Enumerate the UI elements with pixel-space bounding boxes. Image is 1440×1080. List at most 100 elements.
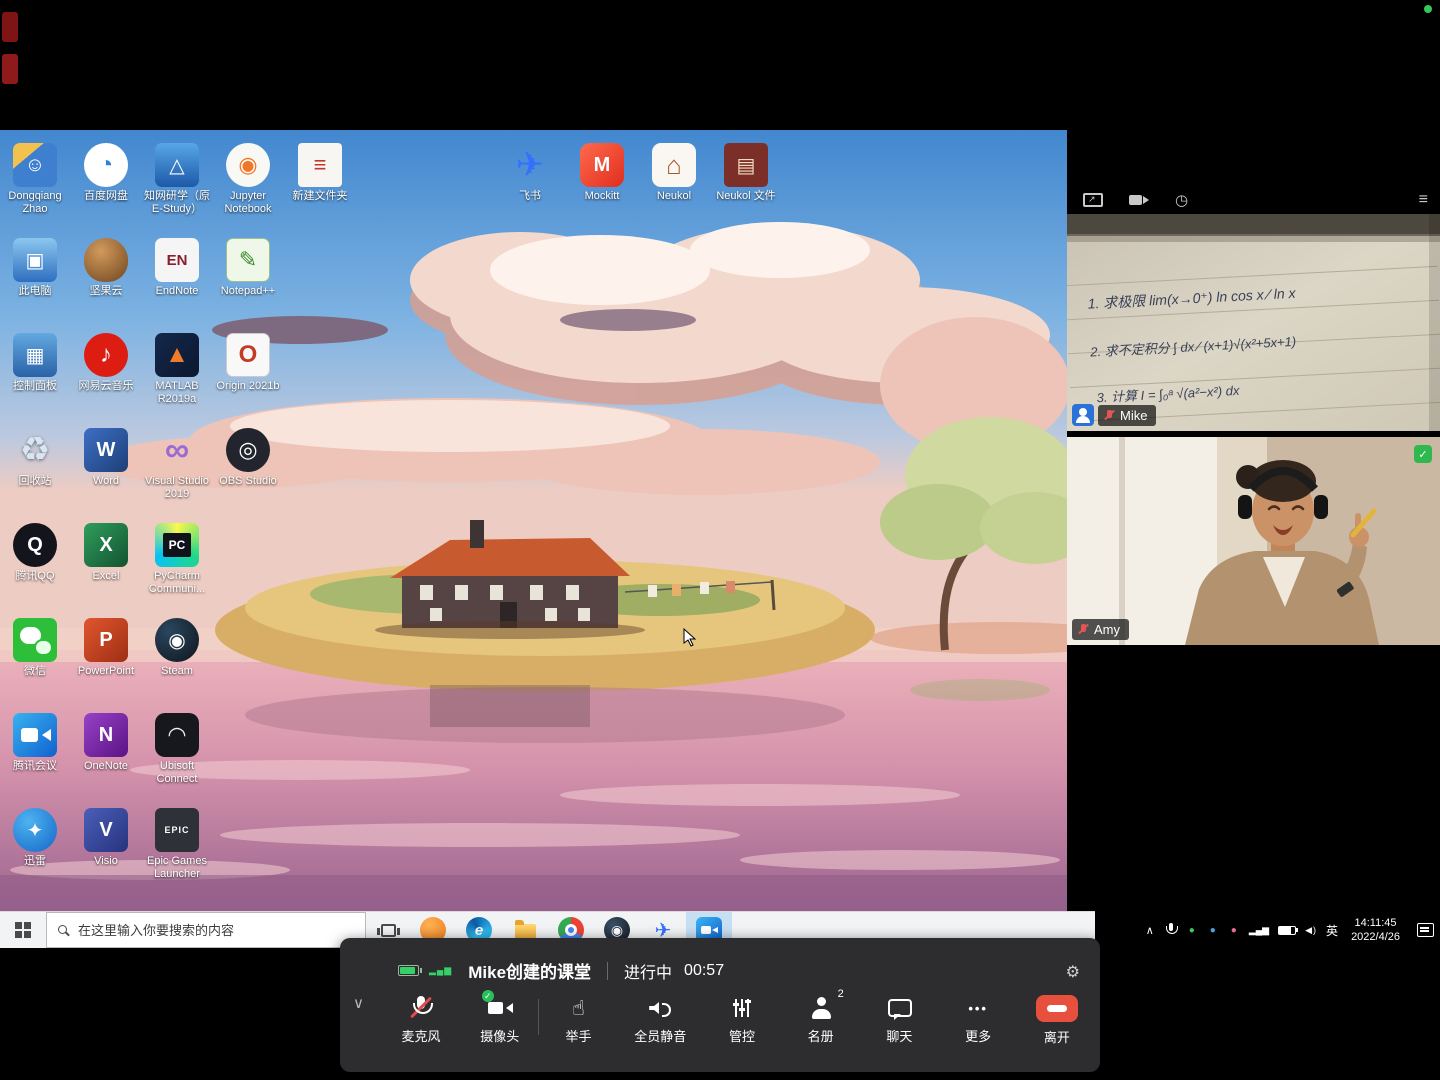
meeting-button[interactable]: 离开 xyxy=(1034,995,1080,1046)
meeting-button-label: 举手 xyxy=(565,1026,591,1045)
desktop-icon[interactable]: ♻ 回收站 xyxy=(0,428,74,513)
desktop-icon[interactable]: ✎ Notepad++ xyxy=(209,238,287,323)
taskbar-search-input[interactable] xyxy=(78,923,354,938)
tray-icon[interactable]: ● xyxy=(1207,925,1219,936)
app-icon: EN xyxy=(155,238,199,282)
meeting-button[interactable]: ☝ 举手 xyxy=(555,995,601,1046)
meeting-button-label: 管控 xyxy=(729,1026,755,1045)
desktop-icon[interactable]: ◔ 百度网盘 xyxy=(67,143,145,228)
desktop-icon[interactable]: W Word xyxy=(67,428,145,513)
desktop-icon[interactable]: 腾讯会议 xyxy=(0,713,74,798)
meeting-button-label: 全员静音 xyxy=(634,1026,686,1045)
desktop-icon[interactable]: ◉ Jupyter Notebook xyxy=(209,143,287,228)
meeting-button[interactable]: ••• 更多 xyxy=(955,995,1001,1046)
participant-name: Mike xyxy=(1120,408,1147,423)
desktop-icon[interactable]: ▲ MATLAB R2019a xyxy=(138,333,216,418)
desktop-icon[interactable]: ✈ 飞书 xyxy=(494,143,566,228)
meeting-button-icon xyxy=(644,995,676,1021)
desktop-icon[interactable]: ♪ 网易云音乐 xyxy=(67,333,145,418)
tray-date: 2022/4/26 xyxy=(1351,930,1400,944)
meeting-button[interactable]: 管控 xyxy=(719,995,765,1046)
desktop[interactable]: ☺ Dongqiang Zhao ▣ 此电脑 ▦ 控制面板 ♻ 回收站 xyxy=(0,130,1067,911)
mic-muted-icon xyxy=(1078,623,1089,636)
tray-clock[interactable]: 14:11:45 2022/4/26 xyxy=(1351,916,1400,945)
meeting-button[interactable]: 聊天 xyxy=(876,995,922,1046)
panel-toolbar-icon[interactable]: ◷ xyxy=(1175,189,1188,211)
meeting-button[interactable]: 2 名册 xyxy=(798,995,844,1046)
desktop-icon[interactable]: 坚果云 xyxy=(67,238,145,323)
desktop-icon-label: 网易云音乐 xyxy=(79,380,134,393)
icon-glyph: ▣ xyxy=(26,248,45,273)
desktop-icon[interactable]: ◉ Steam xyxy=(138,618,216,703)
desktop-icon[interactable]: 微信 xyxy=(0,618,74,703)
desktop-icon[interactable]: O Origin 2021b xyxy=(209,333,287,418)
desktop-icon[interactable]: P PowerPoint xyxy=(67,618,145,703)
desktop-icon[interactable]: EPIC Epic Games Launcher xyxy=(138,808,216,893)
desktop-icon[interactable]: ▣ 此电脑 xyxy=(0,238,74,323)
desktop-icon[interactable]: EN EndNote xyxy=(138,238,216,323)
action-center-icon[interactable] xyxy=(1417,923,1434,937)
app-icon: △ xyxy=(155,143,199,187)
desktop-icon[interactable]: ⌂ Neukol xyxy=(638,143,710,228)
desktop-icon-label: 微信 xyxy=(24,665,46,678)
panel-toolbar-icon[interactable]: ≡ xyxy=(1419,189,1428,211)
desktop-icon[interactable]: X Excel xyxy=(67,523,145,608)
app-icon: ⌂ xyxy=(652,143,696,187)
meeting-button[interactable]: ✓ 摄像头 xyxy=(477,995,523,1046)
desktop-icon[interactable]: PC PyCharm Communi... xyxy=(138,523,216,608)
tray-icon[interactable]: ● xyxy=(1186,925,1198,936)
meeting-button-icon: ✓ xyxy=(484,995,516,1021)
collapse-bar-icon[interactable]: ∨ xyxy=(353,994,364,1012)
desktop-icon[interactable]: N OneNote xyxy=(67,713,145,798)
icon-glyph: ♪ xyxy=(100,341,112,369)
icon-glyph: ▦ xyxy=(26,343,45,368)
desktop-icon[interactable]: △ 知网研学（原E-Study） xyxy=(138,143,216,228)
desktop-icon[interactable]: ▤ Neukol 文件 xyxy=(710,143,782,228)
tray-icon[interactable] xyxy=(1165,923,1177,938)
desktop-icon-label: Visio xyxy=(94,855,118,868)
icon-glyph: V xyxy=(99,819,112,842)
panel-toolbar-icon[interactable] xyxy=(1127,189,1151,211)
meeting-button[interactable]: 麦克风 xyxy=(398,995,444,1046)
participant-video-amy[interactable]: ✓ Amy xyxy=(1067,437,1440,645)
tray-icon[interactable]: ∧ xyxy=(1144,924,1156,937)
desktop-icon[interactable]: ✦ 迅雷 xyxy=(0,808,74,893)
desktop-icon-label: Neukol xyxy=(657,190,691,203)
desktop-icon[interactable]: ◠ Ubisoft Connect xyxy=(138,713,216,798)
desktop-icon[interactable]: M Mockitt xyxy=(566,143,638,228)
desktop-icon[interactable]: ☺ Dongqiang Zhao xyxy=(0,143,74,228)
tray-icon[interactable]: ▂▄▆ xyxy=(1249,925,1269,936)
desktop-icon-label: Mockitt xyxy=(585,190,620,203)
desktop-icon[interactable]: V Visio xyxy=(67,808,145,893)
meeting-button[interactable]: 全员静音 xyxy=(634,995,686,1046)
taskbar-search[interactable] xyxy=(46,912,366,948)
start-button[interactable] xyxy=(0,912,46,948)
tray-icon[interactable]: 英 xyxy=(1326,922,1338,939)
desktop-icon-label: 知网研学（原E-Study） xyxy=(140,190,214,216)
desktop-icon[interactable]: ∞ Visual Studio 2019 xyxy=(138,428,216,513)
icon-glyph: ⌂ xyxy=(666,150,682,181)
icon-glyph: ▲ xyxy=(165,341,189,369)
tray-time: 14:11:45 xyxy=(1351,916,1400,930)
panel-toolbar-icon[interactable] xyxy=(1083,193,1103,207)
icon-glyph: ✦ xyxy=(27,818,44,843)
meeting-button-label: 离开 xyxy=(1044,1027,1070,1046)
desktop-icon[interactable]: ≡ 新建文件夹 xyxy=(281,143,359,228)
desktop-icon-label: Neukol 文件 xyxy=(716,190,775,203)
app-icon: ▲ xyxy=(155,333,199,377)
participant-video-mike[interactable]: 1. 求极限 lim(x→0⁺) ln cos x ∕ ln x 2. 求不定积… xyxy=(1067,214,1440,431)
icon-glyph: ◉ xyxy=(168,628,185,653)
app-icon: ✦ xyxy=(13,808,57,852)
settings-gear-icon[interactable]: ⚙ xyxy=(1066,962,1080,982)
meeting-button-label: 名册 xyxy=(808,1026,834,1045)
tray-icon[interactable]: ● xyxy=(1228,925,1240,936)
meeting-button-icon xyxy=(883,995,915,1021)
meeting-button-label: 摄像头 xyxy=(480,1026,519,1045)
desktop-icon[interactable]: Q 腾讯QQ xyxy=(0,523,74,608)
tray-icon[interactable] xyxy=(1278,926,1296,935)
desktop-icon-label: PyCharm Communi... xyxy=(140,570,214,596)
meeting-control-bar: ∨ ▂▄▆ Mike创建的课堂 进行中 00:57 ⚙ 麦克风 xyxy=(340,938,1100,1072)
tray-icon[interactable]: ◀) xyxy=(1305,925,1317,936)
desktop-icon[interactable]: ◎ OBS Studio xyxy=(209,428,287,513)
desktop-icon[interactable]: ▦ 控制面板 xyxy=(0,333,74,418)
